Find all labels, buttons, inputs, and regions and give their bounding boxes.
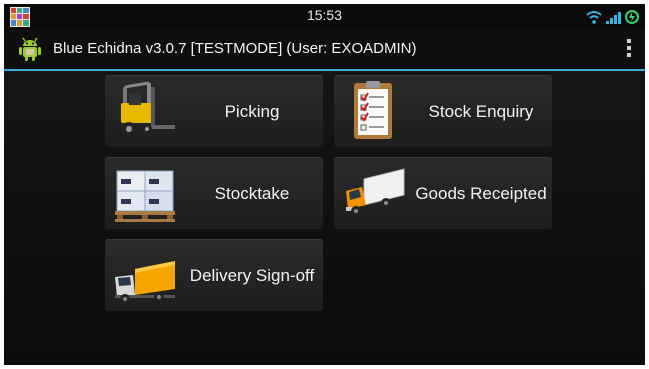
wifi-dot [592, 20, 596, 24]
overflow-menu-icon[interactable] [623, 37, 635, 61]
charging-icon [625, 10, 639, 24]
signal-icon [606, 12, 621, 24]
main-menu: Picking Stock Enquiry Stocktake Goods Re… [4, 71, 645, 365]
status-bar: 15:53 [4, 4, 645, 29]
clipboard-checklist-icon [354, 81, 392, 139]
status-clock: 15:53 [306, 7, 343, 23]
goods-receipted-button[interactable]: Goods Receipted [334, 157, 552, 229]
stocktake-button[interactable]: Stocktake [105, 157, 323, 229]
picking-button[interactable]: Picking [105, 75, 323, 147]
action-bar: Blue Echidna v3.0.7 [TESTMODE] (User: EX… [4, 29, 645, 71]
delivery-signoff-button[interactable]: Delivery Sign-off [105, 239, 323, 311]
app-title: Blue Echidna v3.0.7 [TESTMODE] (User: EX… [53, 40, 417, 57]
device-screen: 15:53 Blue Echidna v3.0.7 [TESTMODE] (Us… [4, 4, 645, 365]
delivery-signoff-label: Delivery Sign-off [189, 265, 315, 285]
goods-receipted-label: Goods Receipted [415, 183, 547, 203]
forklift-icon [121, 81, 175, 136]
system-icons [586, 10, 639, 24]
delivery-truck-icon [115, 261, 175, 304]
stock-enquiry-button[interactable]: Stock Enquiry [334, 75, 552, 147]
picking-label: Picking [224, 101, 280, 121]
stock-enquiry-label: Stock Enquiry [428, 101, 534, 121]
pallet-boxes-icon [115, 170, 175, 222]
stocktake-label: Stocktake [214, 183, 290, 203]
truck-icon [346, 168, 405, 216]
wifi-icon [586, 11, 602, 19]
android-robot-icon [19, 37, 41, 61]
